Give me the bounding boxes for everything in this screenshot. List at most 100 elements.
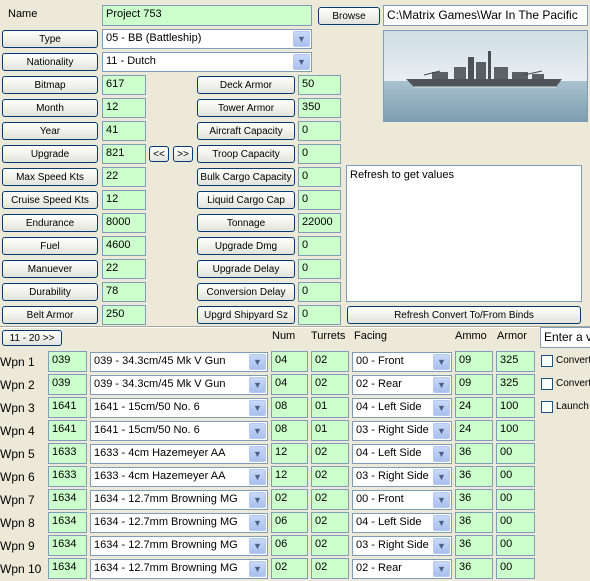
weapon-turrets-field[interactable]: 02 xyxy=(311,558,349,579)
chevron-down-icon[interactable]: ▼ xyxy=(293,31,310,47)
next-page-button[interactable]: 11 - 20 >> xyxy=(2,330,62,346)
upgrade-dmg-field[interactable]: 0 xyxy=(298,236,341,256)
chevron-down-icon[interactable]: ▼ xyxy=(433,446,450,462)
weapon-facing-combo[interactable]: 00 - Front ▼ xyxy=(352,490,452,510)
upgrd-shipyard-sz-field[interactable]: 0 xyxy=(298,305,341,325)
deck-armor-button[interactable]: Deck Armor xyxy=(197,76,295,94)
deck-armor-field[interactable]: 50 xyxy=(298,75,341,95)
type-button[interactable]: Type xyxy=(2,30,98,48)
name-field[interactable]: Project 753 xyxy=(102,5,312,26)
nationality-combo[interactable]: 11 - Dutch ▼ xyxy=(102,52,312,72)
weapon-facing-combo[interactable]: 00 - Front ▼ xyxy=(352,352,452,372)
weapon-turrets-field[interactable]: 01 xyxy=(311,420,349,441)
chevron-down-icon[interactable]: ▼ xyxy=(433,400,450,416)
binds-memo[interactable]: Refresh to get values xyxy=(346,165,582,302)
cruise-speed-kts-button[interactable]: Cruise Speed Kts xyxy=(2,191,98,209)
weapon-device-combo[interactable]: 1641 - 15cm/50 No. 6 ▼ xyxy=(90,398,268,418)
bulk-cargo-capacity-button[interactable]: Bulk Cargo Capacity xyxy=(197,168,295,186)
weapon-code-field[interactable]: 039 xyxy=(48,351,87,372)
nationality-button[interactable]: Nationality xyxy=(2,53,98,71)
weapon-armor-field[interactable]: 325 xyxy=(496,374,535,395)
month-field[interactable]: 12 xyxy=(102,98,146,118)
upgrade-delay-button[interactable]: Upgrade Delay xyxy=(197,260,295,278)
upgrade-delay-field[interactable]: 0 xyxy=(298,259,341,279)
weapon-ammo-field[interactable]: 36 xyxy=(455,558,493,579)
weapon-device-combo[interactable]: 1634 - 12.7mm Browning MG ▼ xyxy=(90,536,268,556)
cruise-speed-kts-field[interactable]: 12 xyxy=(102,190,146,210)
weapon-facing-combo[interactable]: 02 - Rear ▼ xyxy=(352,559,452,579)
aircraft-capacity-field[interactable]: 0 xyxy=(298,121,341,141)
weapon-facing-combo[interactable]: 04 - Left Side ▼ xyxy=(352,513,452,533)
chevron-down-icon[interactable]: ▼ xyxy=(249,561,266,577)
path-field[interactable]: C:\Matrix Games\War In The Pacific xyxy=(383,5,588,26)
weapon-turrets-field[interactable]: 01 xyxy=(311,397,349,418)
upgrd-shipyard-sz-button[interactable]: Upgrd Shipyard Sz xyxy=(197,306,295,324)
refresh-binds-button[interactable]: Refresh Convert To/From Binds xyxy=(347,306,581,324)
weapon-ammo-field[interactable]: 09 xyxy=(455,374,493,395)
weapon-facing-combo[interactable]: 03 - Right Side ▼ xyxy=(352,421,452,441)
weapon-code-field[interactable]: 1634 xyxy=(48,535,87,556)
next-upgrade-button[interactable]: >> xyxy=(173,146,193,162)
chevron-down-icon[interactable]: ▼ xyxy=(249,538,266,554)
chevron-down-icon[interactable]: ▼ xyxy=(249,446,266,462)
upgrade-field[interactable]: 821 xyxy=(102,144,146,164)
chevron-down-icon[interactable]: ▼ xyxy=(433,561,450,577)
weapon-armor-field[interactable]: 325 xyxy=(496,351,535,372)
upgrade-dmg-button[interactable]: Upgrade Dmg xyxy=(197,237,295,255)
bulk-cargo-capacity-field[interactable]: 0 xyxy=(298,167,341,187)
max-speed-kts-button[interactable]: Max Speed Kts xyxy=(2,168,98,186)
chevron-down-icon[interactable]: ▼ xyxy=(249,492,266,508)
weapon-code-field[interactable]: 1633 xyxy=(48,466,87,487)
tonnage-field[interactable]: 22000 xyxy=(298,213,341,233)
weapon-num-field[interactable]: 06 xyxy=(271,512,308,533)
weapon-code-field[interactable]: 1641 xyxy=(48,397,87,418)
weapon-code-field[interactable]: 1641 xyxy=(48,420,87,441)
weapon-num-field[interactable]: 06 xyxy=(271,535,308,556)
weapon-ammo-field[interactable]: 36 xyxy=(455,512,493,533)
chevron-down-icon[interactable]: ▼ xyxy=(249,377,266,393)
weapon-num-field[interactable]: 12 xyxy=(271,466,308,487)
chevron-down-icon[interactable]: ▼ xyxy=(433,354,450,370)
weapon-facing-combo[interactable]: 04 - Left Side ▼ xyxy=(352,398,452,418)
tonnage-button[interactable]: Tonnage xyxy=(197,214,295,232)
weapon-armor-field[interactable]: 00 xyxy=(496,489,535,510)
weapon-turrets-field[interactable]: 02 xyxy=(311,512,349,533)
weapon-turrets-field[interactable]: 02 xyxy=(311,351,349,372)
weapon-armor-field[interactable]: 00 xyxy=(496,512,535,533)
chevron-down-icon[interactable]: ▼ xyxy=(433,492,450,508)
chevron-down-icon[interactable]: ▼ xyxy=(293,54,310,70)
option-checkbox[interactable] xyxy=(541,401,553,413)
weapon-device-combo[interactable]: 039 - 34.3cm/45 Mk V Gun ▼ xyxy=(90,352,268,372)
weapon-armor-field[interactable]: 100 xyxy=(496,397,535,418)
bitmap-button[interactable]: Bitmap xyxy=(2,76,98,94)
weapon-num-field[interactable]: 02 xyxy=(271,489,308,510)
option-checkbox[interactable] xyxy=(541,378,553,390)
weapon-device-combo[interactable]: 1634 - 12.7mm Browning MG ▼ xyxy=(90,490,268,510)
weapon-ammo-field[interactable]: 36 xyxy=(455,535,493,556)
browse-button[interactable]: Browse xyxy=(318,7,380,25)
manuever-button[interactable]: Manuever xyxy=(2,260,98,278)
weapon-turrets-field[interactable]: 02 xyxy=(311,466,349,487)
weapon-facing-combo[interactable]: 02 - Rear ▼ xyxy=(352,375,452,395)
chevron-down-icon[interactable]: ▼ xyxy=(249,400,266,416)
month-button[interactable]: Month xyxy=(2,99,98,117)
chevron-down-icon[interactable]: ▼ xyxy=(249,423,266,439)
weapon-turrets-field[interactable]: 02 xyxy=(311,489,349,510)
max-speed-kts-field[interactable]: 22 xyxy=(102,167,146,187)
chevron-down-icon[interactable]: ▼ xyxy=(433,469,450,485)
weapon-ammo-field[interactable]: 36 xyxy=(455,466,493,487)
weapon-facing-combo[interactable]: 04 - Left Side ▼ xyxy=(352,444,452,464)
chevron-down-icon[interactable]: ▼ xyxy=(249,515,266,531)
chevron-down-icon[interactable]: ▼ xyxy=(433,423,450,439)
liquid-cargo-cap-button[interactable]: Liquid Cargo Cap xyxy=(197,191,295,209)
weapon-num-field[interactable]: 12 xyxy=(271,443,308,464)
weapon-armor-field[interactable]: 00 xyxy=(496,466,535,487)
weapon-armor-field[interactable]: 00 xyxy=(496,535,535,556)
weapon-ammo-field[interactable]: 09 xyxy=(455,351,493,372)
weapon-facing-combo[interactable]: 03 - Right Side ▼ xyxy=(352,467,452,487)
weapon-device-combo[interactable]: 1641 - 15cm/50 No. 6 ▼ xyxy=(90,421,268,441)
troop-capacity-button[interactable]: Troop Capacity xyxy=(197,145,295,163)
weapon-ammo-field[interactable]: 24 xyxy=(455,420,493,441)
weapon-device-combo[interactable]: 1634 - 12.7mm Browning MG ▼ xyxy=(90,513,268,533)
durability-button[interactable]: Durability xyxy=(2,283,98,301)
